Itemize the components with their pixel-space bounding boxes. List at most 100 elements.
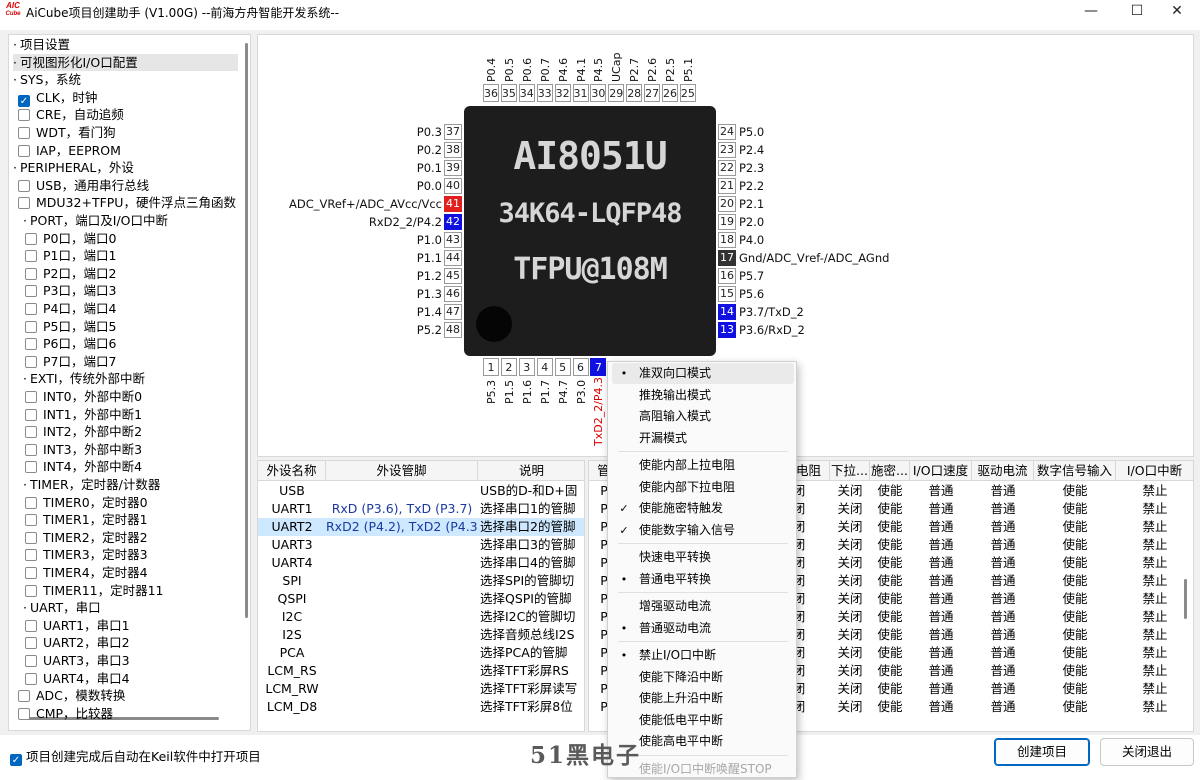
checkbox-icon[interactable] bbox=[25, 584, 37, 597]
table-cell[interactable]: 禁止 bbox=[1116, 518, 1193, 536]
tree-item[interactable]: · TIMER，定时器/计数器 bbox=[23, 476, 160, 493]
table-cell[interactable]: 使能 bbox=[1034, 662, 1116, 680]
tree-item[interactable]: TIMER1，定时器1 bbox=[25, 511, 148, 528]
checkbox-icon[interactable] bbox=[18, 690, 30, 703]
checkbox-icon[interactable] bbox=[25, 250, 37, 263]
checkbox-icon[interactable] bbox=[25, 391, 37, 403]
tree-item[interactable]: P5口，端口5 bbox=[25, 318, 116, 335]
menu-item[interactable]: 推挽输出模式 bbox=[608, 385, 796, 406]
checkbox-icon[interactable] bbox=[25, 320, 37, 333]
auto-open-keil-checkbox[interactable]: ✓ 项目创建完成后自动在Keil软件中打开项目 bbox=[10, 746, 261, 766]
table-row[interactable]: LCM_D8 选择TFT彩屏8位 bbox=[258, 698, 584, 716]
table-header[interactable]: 外设名称 bbox=[258, 461, 326, 481]
chip-pin[interactable]: 37 bbox=[444, 124, 462, 140]
chip-pin[interactable]: 29 bbox=[608, 84, 625, 102]
table-header[interactable]: 驱动电流 bbox=[972, 461, 1034, 481]
table-cell[interactable]: 普通 bbox=[972, 554, 1034, 572]
table-cell[interactable]: 禁止 bbox=[1116, 662, 1193, 680]
menu-item[interactable]: 使能下降沿中断 bbox=[608, 667, 796, 688]
table-cell[interactable]: 关闭 bbox=[830, 500, 870, 518]
table-cell[interactable]: 普通 bbox=[972, 644, 1034, 662]
tree-item[interactable]: P4口，端口4 bbox=[25, 300, 116, 317]
chip-pin[interactable]: 13 bbox=[718, 322, 736, 338]
tree-item[interactable]: MDU32+TFPU，硬件浮点三角函数 bbox=[18, 194, 236, 211]
table-cell[interactable]: 普通 bbox=[972, 626, 1034, 644]
table-cell[interactable]: 禁止 bbox=[1116, 572, 1193, 590]
menu-item[interactable]: ✓ 使能数字输入信号 bbox=[608, 520, 796, 541]
table-cell[interactable]: 普通 bbox=[910, 608, 972, 626]
checkbox-icon[interactable] bbox=[25, 426, 37, 439]
table-row[interactable]: LCM_RS 选择TFT彩屏RS bbox=[258, 662, 584, 680]
table-row[interactable]: USB USB的D-和D+固 bbox=[258, 482, 584, 500]
chip-pin[interactable]: 40 bbox=[444, 178, 462, 194]
table-header[interactable]: I/O口中断 bbox=[1116, 461, 1193, 481]
tree-item[interactable]: INT3，外部中断3 bbox=[25, 441, 142, 458]
tree-item[interactable]: · UART，串口 bbox=[23, 599, 101, 616]
table-cell[interactable]: 使能 bbox=[870, 626, 910, 644]
tree-item[interactable]: INT4，外部中断4 bbox=[25, 458, 142, 475]
table-cell[interactable]: 普通 bbox=[972, 662, 1034, 680]
table-cell[interactable]: 关闭 bbox=[830, 572, 870, 590]
chip-pin[interactable]: 45 bbox=[444, 268, 462, 284]
table-cell[interactable]: 禁止 bbox=[1116, 698, 1193, 716]
table-cell[interactable]: 普通 bbox=[910, 680, 972, 698]
table-cell[interactable]: 普通 bbox=[910, 698, 972, 716]
table-cell[interactable]: 使能 bbox=[1034, 626, 1116, 644]
table-cell[interactable]: 使能 bbox=[1034, 644, 1116, 662]
create-project-button[interactable]: 创建项目 bbox=[994, 738, 1090, 766]
checkbox-icon[interactable] bbox=[25, 514, 37, 527]
table-row[interactable]: UART2 RxD2 (P4.2), TxD2 (P4.3) 选择串口2的管脚 bbox=[258, 518, 584, 536]
tree-item[interactable]: · PERIPHERAL，外设 bbox=[13, 159, 134, 176]
tree-item[interactable]: UART2，串口2 bbox=[25, 634, 130, 651]
table-cell[interactable]: 禁止 bbox=[1116, 644, 1193, 662]
menu-item[interactable]: 开漏模式 bbox=[608, 428, 796, 449]
table-cell[interactable]: 关闭 bbox=[830, 608, 870, 626]
tree-item[interactable]: ✓ CLK，时钟 bbox=[18, 89, 97, 107]
table-cell[interactable]: 普通 bbox=[910, 482, 972, 500]
menu-item[interactable]: • 普通驱动电流 bbox=[608, 618, 796, 639]
chip-pin[interactable]: 25 bbox=[679, 84, 696, 102]
chip-pin[interactable]: 5 bbox=[554, 358, 571, 376]
table-cell[interactable]: 关闭 bbox=[830, 662, 870, 680]
table-cell[interactable]: 关闭 bbox=[830, 554, 870, 572]
checkbox-icon[interactable] bbox=[25, 285, 37, 298]
tree-item[interactable]: INT1，外部中断1 bbox=[25, 406, 142, 423]
chip-pin[interactable]: 18 bbox=[718, 232, 736, 248]
chip-pin[interactable]: 41 bbox=[444, 196, 462, 212]
chip-pin[interactable]: 22 bbox=[718, 160, 736, 176]
table-cell[interactable]: 普通 bbox=[972, 536, 1034, 554]
chip-pin[interactable]: 42 bbox=[444, 214, 462, 230]
table-cell[interactable]: 普通 bbox=[972, 500, 1034, 518]
config-tree[interactable]: · 项目设置 · 可视图形化I/O口配置 · SYS，系统 ✓ CLK，时钟 CRE，自动追频 W… bbox=[8, 34, 251, 731]
chip-pin[interactable]: 16 bbox=[718, 268, 736, 284]
checkbox-icon[interactable] bbox=[25, 232, 37, 245]
close-button[interactable]: ✕ bbox=[1154, 0, 1200, 24]
checkbox-icon[interactable] bbox=[25, 637, 37, 650]
table-cell[interactable]: 使能 bbox=[870, 536, 910, 554]
chip-pin[interactable]: 19 bbox=[718, 214, 736, 230]
tree-item[interactable]: P0口，端口0 bbox=[25, 230, 116, 247]
tree-item[interactable]: · EXTI，传统外部中断 bbox=[23, 370, 145, 387]
chip-pin[interactable]: 6 bbox=[572, 358, 589, 376]
table-cell[interactable]: 普通 bbox=[972, 608, 1034, 626]
table-cell[interactable]: 禁止 bbox=[1116, 536, 1193, 554]
chip-pin[interactable]: 26 bbox=[662, 84, 678, 102]
tree-item[interactable]: P1口，端口1 bbox=[25, 247, 116, 264]
chip-pin[interactable]: 35 bbox=[500, 84, 517, 102]
table-cell[interactable]: 使能 bbox=[870, 590, 910, 608]
chip-pin[interactable]: 2 bbox=[500, 358, 517, 376]
table-cell[interactable]: 关闭 bbox=[830, 590, 870, 608]
chip-pin[interactable]: 14 bbox=[718, 304, 736, 320]
table-row[interactable]: UART1 RxD (P3.6), TxD (P3.7) 选择串口1的管脚 bbox=[258, 500, 584, 518]
close-exit-button[interactable]: 关闭退出 bbox=[1100, 738, 1194, 766]
chip-pin[interactable]: 24 bbox=[718, 124, 736, 140]
chip-pin[interactable]: 27 bbox=[644, 84, 661, 102]
chip-pin[interactable]: 31 bbox=[572, 84, 589, 102]
table-cell[interactable]: 使能 bbox=[1034, 590, 1116, 608]
tree-item[interactable]: TIMER2，定时器2 bbox=[25, 529, 148, 546]
table-cell[interactable]: 使能 bbox=[870, 698, 910, 716]
chip-pin[interactable]: 38 bbox=[444, 142, 462, 158]
checkbox-icon[interactable] bbox=[25, 355, 37, 368]
tree-item[interactable]: IAP，EEPROM bbox=[18, 142, 121, 159]
peripheral-table[interactable]: 外设名称 外设管脚 说明 USB USB的D-和D+固 UART1 RxD (P3.6), … bbox=[257, 460, 585, 732]
